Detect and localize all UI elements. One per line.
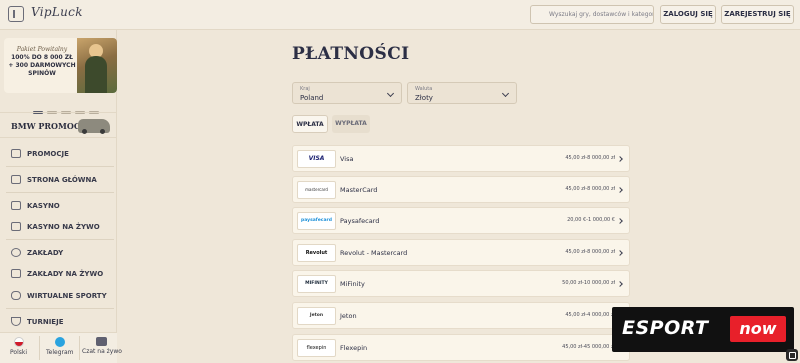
sidebar-item-bets[interactable]: ZAKŁADY xyxy=(0,242,116,264)
sidebar-item-tournaments[interactable]: TURNIEJE xyxy=(0,311,116,333)
gamepad-icon xyxy=(11,291,21,300)
payment-method-name: Paysafecard xyxy=(340,217,380,225)
tab-withdraw[interactable]: WYPŁATA xyxy=(332,115,370,133)
telegram-label: Telegram xyxy=(46,349,74,356)
telegram-icon xyxy=(54,337,65,347)
payment-method-range: 20,00 €-1 000,00 € xyxy=(567,217,615,223)
ball-icon xyxy=(11,248,21,257)
payment-method-range: 45,00 zł-45 000,00 zł xyxy=(562,344,615,350)
sidebar-item-live-bets[interactable]: ZAKŁADY NA ŻYWO xyxy=(0,263,116,285)
chevron-right-icon xyxy=(617,156,623,162)
watermark-badge: now xyxy=(730,316,786,342)
payment-method-name: Jeton xyxy=(340,312,357,320)
bmw-promo-link[interactable]: BMW PROMOCJA xyxy=(0,112,116,138)
esportnow-watermark: ESPORT now xyxy=(612,307,794,352)
country-select[interactable]: Kraj Poland xyxy=(292,82,402,104)
currency-select[interactable]: Waluta Złoty xyxy=(407,82,517,104)
payment-method-row[interactable]: MIFINITY MiFinity 50,00 zł-10 000,00 zł xyxy=(292,270,630,297)
payment-method-name: Revolut - Mastercard xyxy=(340,249,408,257)
live-chat-label: Czat na żywo xyxy=(82,348,122,355)
slot-icon xyxy=(11,201,21,210)
poland-flag-icon xyxy=(13,337,24,347)
language-label: Polski xyxy=(10,349,28,356)
top-bar: VipLuck Wyszukaj gry, dostawców i katego… xyxy=(0,0,800,30)
language-selector[interactable]: Polski xyxy=(10,337,27,356)
currency-caption: Waluta xyxy=(415,86,433,92)
country-caption: Kraj xyxy=(300,86,310,92)
sidebar-item-casino[interactable]: KASYNO xyxy=(0,195,116,217)
payment-method-range: 50,00 zł-10 000,00 zł xyxy=(562,280,615,286)
promo-subtitle: Pakiet Powitalny xyxy=(16,46,68,53)
live-bet-icon xyxy=(11,269,21,278)
payment-method-name: MasterCard xyxy=(340,186,378,194)
sidebar-item-label: PROMOCJE xyxy=(27,150,69,158)
watermark-text: ESPORT xyxy=(622,317,709,339)
sidebar-toggle-icon[interactable] xyxy=(8,6,24,22)
live-casino-icon xyxy=(11,222,21,231)
chevron-right-icon xyxy=(617,281,623,287)
jeton-logo: Jeton xyxy=(297,307,336,325)
login-button[interactable]: ZALOGUJ SIĘ xyxy=(660,5,716,24)
gift-icon xyxy=(11,149,21,158)
sidebar-item-virtual-sports[interactable]: WIRTUALNE SPORTY xyxy=(0,285,116,307)
visa-logo: VISA xyxy=(297,150,336,168)
home-icon xyxy=(11,175,21,184)
sidebar-item-live-casino[interactable]: KASYNO NA ŻYWO xyxy=(0,216,116,238)
live-chat-button[interactable]: Czat na żywo xyxy=(82,337,122,355)
chevron-right-icon xyxy=(617,187,623,193)
payment-method-range: 45,00 zł-8 000,00 zł xyxy=(565,155,615,161)
chevron-right-icon xyxy=(617,218,623,224)
promo-banner[interactable]: Pakiet Powitalny 100% DO 8 000 ZŁ + 300 … xyxy=(4,38,117,93)
corner-widget-icon[interactable] xyxy=(786,349,798,361)
currency-value: Złoty xyxy=(415,94,433,102)
payment-method-row[interactable]: paysafecard Paysafecard 20,00 €-1 000,00… xyxy=(292,207,630,234)
tab-deposit[interactable]: WPŁATA xyxy=(292,115,328,133)
payment-method-row[interactable]: Jeton Jeton 45,00 zł-4 000,00 zł xyxy=(292,302,630,329)
sidebar-item-label: STRONA GŁÓWNA xyxy=(27,176,97,184)
payment-method-name: Flexepin xyxy=(340,344,368,352)
paysafecard-logo: paysafecard xyxy=(297,212,336,230)
payment-method-name: Visa xyxy=(340,155,354,163)
payment-method-row[interactable]: mastercard MasterCard 45,00 zł-8 000,00 … xyxy=(292,176,630,203)
promo-image xyxy=(77,38,117,93)
car-icon xyxy=(78,119,110,134)
sidebar: Pakiet Powitalny 100% DO 8 000 ZŁ + 300 … xyxy=(0,30,117,363)
sidebar-item-label: KASYNO NA ŻYWO xyxy=(27,223,100,231)
sidebar-item-home[interactable]: STRONA GŁÓWNA xyxy=(0,169,116,191)
country-value: Poland xyxy=(300,94,324,102)
chevron-down-icon xyxy=(501,89,510,98)
page-title: PŁATNOŚCI xyxy=(292,44,410,64)
payment-method-range: 45,00 zł-8 000,00 zł xyxy=(565,186,615,192)
trophy-icon xyxy=(11,317,21,326)
sidebar-bottom-bar: Polski Telegram Czat na żywo xyxy=(0,332,122,363)
payment-method-row[interactable]: Revolut Revolut - Mastercard 45,00 zł-8 … xyxy=(292,239,630,266)
chat-icon xyxy=(96,337,108,346)
sidebar-item-label: KASYNO xyxy=(27,202,60,210)
payment-method-row[interactable]: flexepin Flexepin 45,00 zł-45 000,00 zł xyxy=(292,334,630,361)
mifinity-logo: MIFINITY xyxy=(297,275,336,293)
payment-method-name: MiFinity xyxy=(340,280,365,288)
chevron-down-icon xyxy=(386,89,395,98)
search-input[interactable]: Wyszukaj gry, dostawców i kategorie xyxy=(530,5,654,24)
sidebar-item-label: WIRTUALNE SPORTY xyxy=(27,292,107,300)
payment-method-row[interactable]: VISA Visa 45,00 zł-8 000,00 zł xyxy=(292,145,630,172)
mastercard-logo: mastercard xyxy=(297,181,336,199)
sidebar-item-promocje[interactable]: PROMOCJE xyxy=(0,143,116,165)
register-button[interactable]: ZAREJESTRUJ SIĘ xyxy=(721,5,794,24)
sidebar-item-label: ZAKŁADY NA ŻYWO xyxy=(27,270,104,278)
payment-method-range: 45,00 zł-8 000,00 zł xyxy=(565,249,615,255)
telegram-link[interactable]: Telegram xyxy=(46,337,74,356)
sidebar-item-label: ZAKŁADY xyxy=(27,249,64,257)
promo-title: 100% DO 8 000 ZŁ + 300 DARMOWYCH SPINÓW xyxy=(8,54,76,77)
sidebar-item-label: TURNIEJE xyxy=(27,318,64,326)
chevron-right-icon xyxy=(617,250,623,256)
site-logo[interactable]: VipLuck xyxy=(31,5,83,19)
revolut-logo: Revolut xyxy=(297,244,336,262)
payment-method-range: 45,00 zł-4 000,00 zł xyxy=(565,312,615,318)
flexepin-logo: flexepin xyxy=(297,339,336,357)
